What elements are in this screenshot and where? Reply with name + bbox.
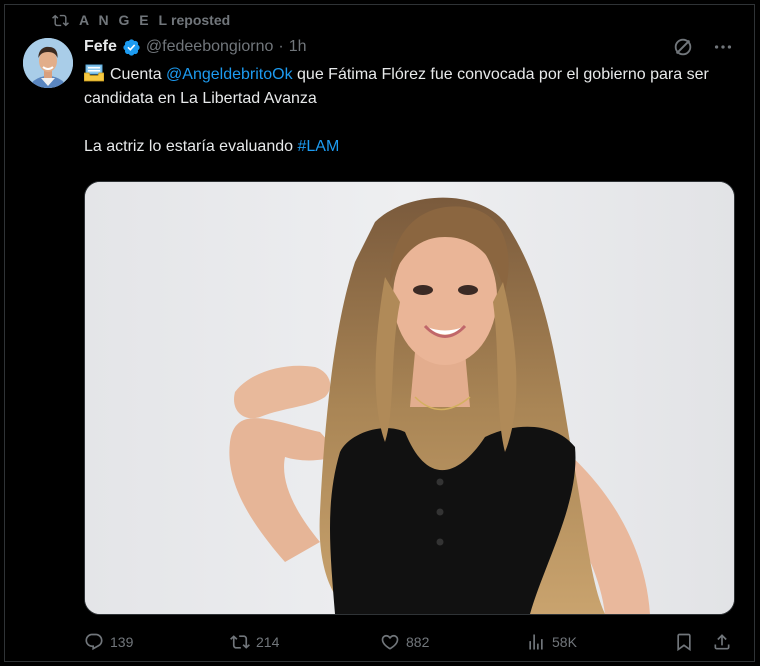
reply-button[interactable]: 139 <box>84 632 133 652</box>
tweet-timestamp[interactable]: 1h <box>289 38 307 56</box>
tweet-text: Cuenta @AngeldebritoOk que Fátima Flórez… <box>84 63 724 159</box>
tweet-top-actions <box>672 36 734 58</box>
like-button[interactable]: 882 <box>380 632 429 652</box>
mention-link[interactable]: @AngeldebritoOk <box>166 66 293 83</box>
views-count: 58K <box>552 634 577 650</box>
grok-icon[interactable] <box>672 36 694 58</box>
retweet-count: 214 <box>256 634 280 650</box>
inbox-tray-emoji-icon <box>84 64 104 82</box>
retweet-icon <box>230 635 250 649</box>
like-count: 882 <box>406 634 430 650</box>
reposter-name[interactable]: A N G E L <box>79 12 170 28</box>
tweet-photo[interactable] <box>84 181 735 615</box>
avatar[interactable] <box>23 38 73 88</box>
tweet-header: Fefe @fedeebongiorno · 1h <box>84 36 306 58</box>
retweet-icon <box>52 14 69 26</box>
reply-icon <box>85 633 103 651</box>
bookmark-button[interactable] <box>674 632 694 652</box>
separator-dot: · <box>278 38 284 55</box>
views-icon <box>529 634 543 650</box>
verified-badge-icon[interactable] <box>122 38 141 57</box>
share-icon <box>714 634 730 650</box>
share-button[interactable] <box>712 632 732 652</box>
retweet-button[interactable]: 214 <box>230 632 279 652</box>
hashtag-link[interactable]: #LAM <box>297 138 339 155</box>
reply-count: 139 <box>110 634 134 650</box>
like-icon <box>381 634 399 650</box>
bookmark-icon <box>677 633 691 652</box>
tweet-text-line2-prefix: La actriz lo estaría evaluando <box>84 138 298 155</box>
repost-label: reposted <box>171 12 231 28</box>
more-icon[interactable] <box>712 36 734 58</box>
author-display-name[interactable]: Fefe <box>84 38 117 56</box>
tweet-actions: 139 214 882 58K <box>84 628 734 656</box>
tweet-text-line1: Cuenta @AngeldebritoOk que Fátima Flórez… <box>84 63 724 111</box>
tweet-text-line2: La actriz lo estaría evaluando #LAM <box>84 135 724 159</box>
tweet-text-prefix: Cuenta <box>110 66 167 83</box>
repost-indicator[interactable]: A N G E L reposted <box>52 9 230 31</box>
views-button[interactable]: 58K <box>526 632 577 652</box>
author-handle[interactable]: @fedeebongiorno <box>146 38 273 56</box>
